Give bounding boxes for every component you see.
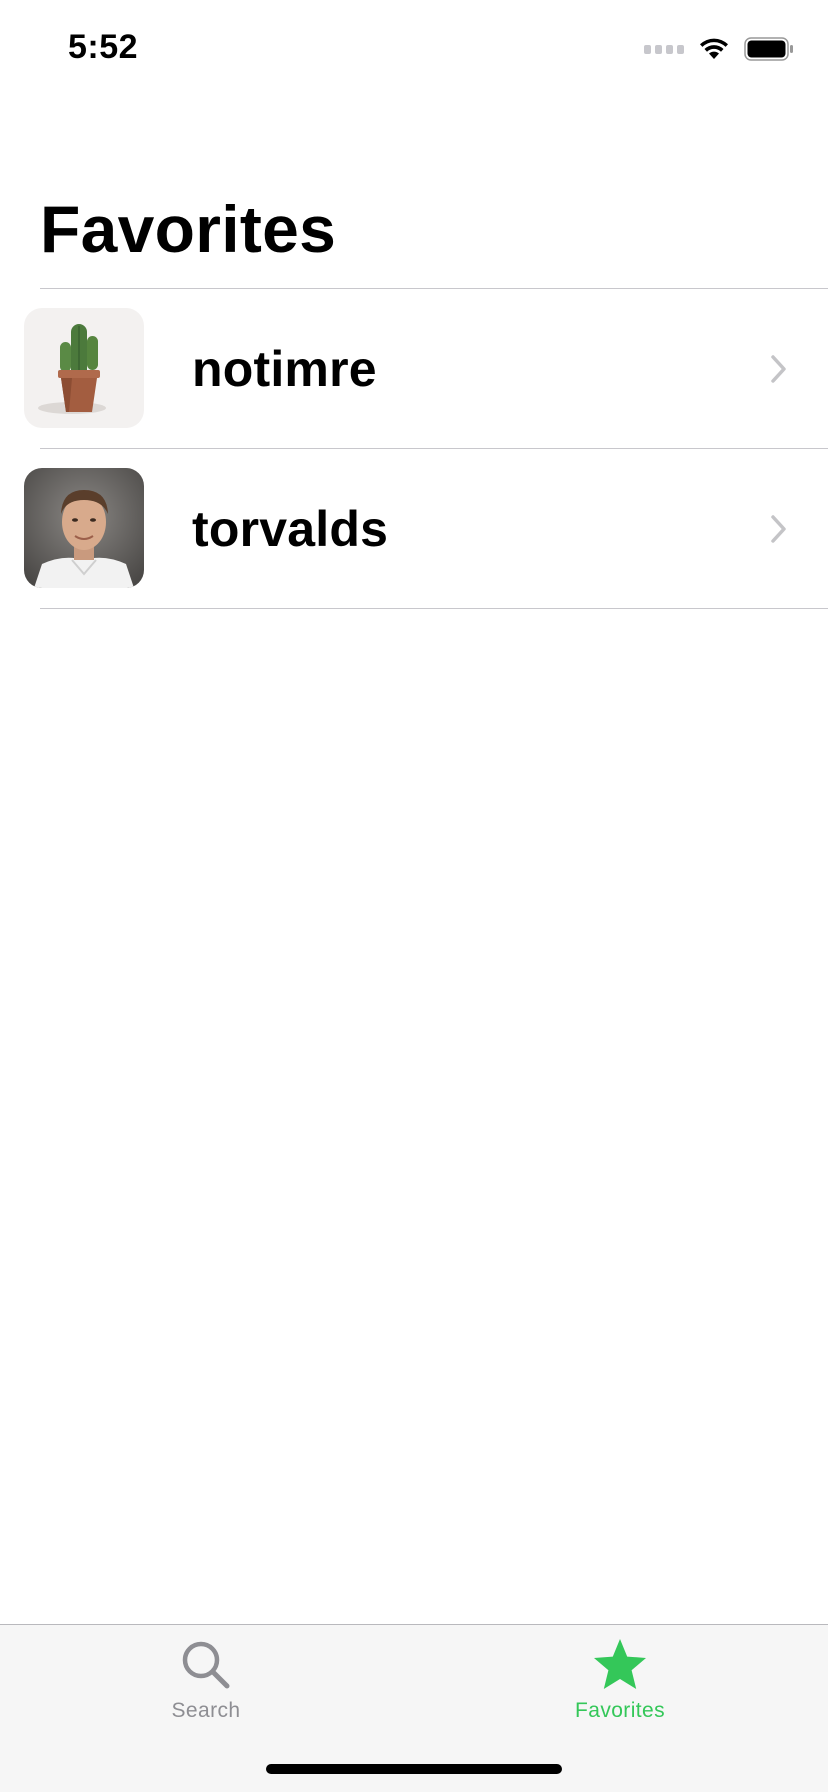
favorites-list: notimre torvalds (0, 289, 828, 609)
avatar (24, 308, 144, 428)
avatar (24, 468, 144, 588)
tab-search[interactable]: Search (106, 1637, 306, 1733)
page-title: Favorites (40, 192, 337, 266)
cellular-signal-icon (644, 44, 684, 54)
chevron-right-icon (771, 355, 786, 383)
username-label: notimre (192, 341, 377, 397)
chevron-right-icon (771, 515, 786, 543)
battery-icon (744, 37, 793, 61)
home-indicator (266, 1764, 562, 1774)
wifi-icon (700, 38, 728, 59)
favorites-screen: 5:52 Favorites notimre torvalds Search F… (0, 0, 828, 1792)
username-label: torvalds (192, 501, 389, 557)
row-divider (40, 608, 828, 609)
tab-favorites[interactable]: Favorites (520, 1637, 720, 1733)
list-item[interactable]: notimre (0, 289, 828, 449)
tab-search-label: Search (171, 1699, 241, 1722)
search-icon (182, 1641, 230, 1689)
status-time: 5:52 (68, 28, 139, 66)
tab-favorites-label: Favorites (575, 1699, 665, 1722)
star-icon (594, 1639, 646, 1689)
status-bar: 5:52 (0, 0, 828, 100)
status-indicators (644, 34, 794, 64)
list-item[interactable]: torvalds (0, 449, 828, 609)
